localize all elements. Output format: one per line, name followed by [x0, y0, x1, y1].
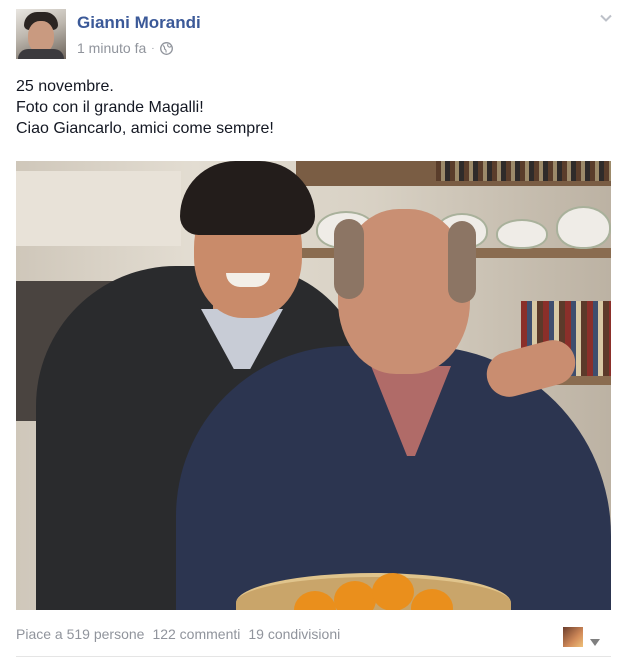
- post-stats: Piace a 519 persone 122 commenti 19 cond…: [16, 626, 340, 642]
- post-timestamp[interactable]: 1 minuto fa: [77, 40, 146, 56]
- photo-books: [436, 161, 611, 181]
- post-text-line: Ciao Giancarlo, amici come sempre!: [16, 120, 274, 137]
- post-text-line: 25 novembre.: [16, 78, 114, 95]
- author-name[interactable]: Gianni Morandi: [77, 13, 201, 33]
- photo-tureen: [556, 206, 611, 249]
- caret-down-icon[interactable]: [590, 633, 600, 646]
- actor-avatar[interactable]: [563, 627, 583, 647]
- photo-hood: [16, 171, 181, 246]
- author-avatar[interactable]: [16, 9, 66, 59]
- photo-orange: [372, 573, 414, 610]
- likes-count[interactable]: Piace a 519 persone: [16, 626, 144, 642]
- globe-icon[interactable]: [159, 41, 173, 55]
- chevron-down-icon[interactable]: [599, 11, 613, 25]
- meta-separator: ·: [151, 42, 155, 54]
- comments-count[interactable]: 122 commenti: [152, 626, 240, 642]
- divider: [16, 656, 611, 657]
- facebook-post: Gianni Morandi 1 minuto fa · 25 novembre…: [0, 0, 626, 660]
- post-photo[interactable]: [16, 161, 611, 610]
- shares-count[interactable]: 19 condivisioni: [248, 626, 340, 642]
- post-meta: 1 minuto fa ·: [77, 40, 173, 56]
- avatar-shirt: [18, 49, 64, 59]
- photo-person-right-hair: [448, 221, 476, 303]
- post-text: 25 novembre. Foto con il grande Magalli!…: [16, 76, 274, 139]
- post-text-line: Foto con il grande Magalli!: [16, 99, 204, 116]
- photo-person-right-hair: [334, 219, 364, 299]
- photo-tureen: [496, 219, 548, 249]
